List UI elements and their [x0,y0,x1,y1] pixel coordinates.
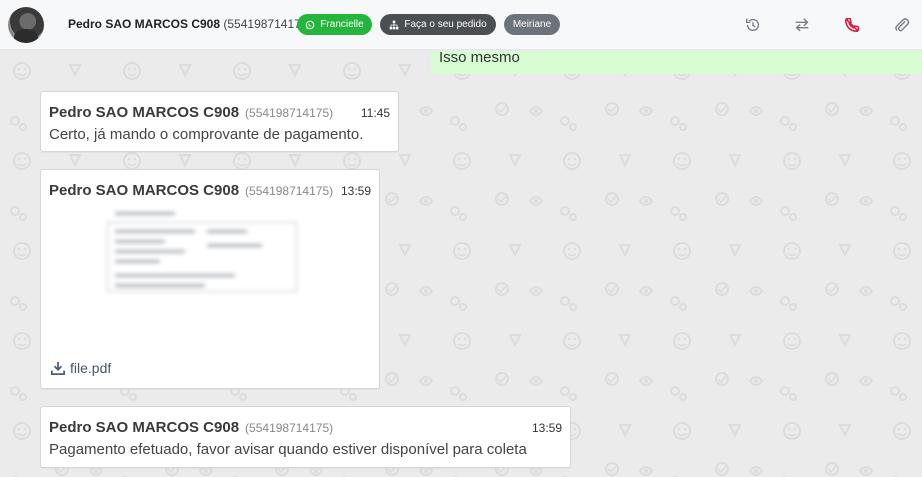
message-time: 13:59 [531,421,562,435]
sender-name: Pedro SAO MARCOS C908 [49,182,240,199]
outgoing-message[interactable]: Isso mesmo [431,51,922,74]
contact-name: Pedro SAO MARCOS C908 [68,17,221,31]
tag-faca-pedido[interactable]: Faça o seu pedido [380,14,496,35]
chat-area[interactable]: Isso mesmo Pedro SAO MARCOS C908 (554198… [0,51,922,477]
message-header: Pedro SAO MARCOS C908 (554198714175) 13:… [49,419,562,436]
message-time: 13:59 [340,184,371,198]
tag-label: Faça o seu pedido [404,19,487,30]
attachment-button[interactable] [889,12,915,38]
hierarchy-icon [389,20,399,29]
contact-avatar[interactable] [8,7,44,43]
attachment-download-link[interactable]: file.pdf [51,360,111,376]
attachment-icon [895,18,910,32]
attachment-filename: file.pdf [70,360,112,376]
chat-header: Pedro SAO MARCOS C908 (554198714175) Fra… [0,0,922,50]
whatsapp-icon [306,20,315,29]
sender-name: Pedro SAO MARCOS C908 [49,419,240,436]
sender-phone: (554198714175) [245,106,334,120]
history-icon [745,18,760,32]
end-call-icon [844,17,860,33]
history-button[interactable] [740,12,766,38]
transfer-icon [795,18,809,32]
transfer-button[interactable] [789,12,815,38]
message-text: Certo, já mando o comprovante de pagamen… [49,126,364,143]
contact-title[interactable]: Pedro SAO MARCOS C908 (554198714175) [68,17,311,31]
incoming-attachment-message[interactable]: Pedro SAO MARCOS C908 (554198714175) 13:… [40,169,380,389]
outgoing-text: Isso mesmo [439,51,520,66]
message-time: 11:45 [360,106,390,120]
tag-label: Francielle [320,19,364,30]
pdf-preview-thumbnail[interactable] [107,208,317,304]
sender-phone: (554198714175) [245,421,334,435]
message-header: Pedro SAO MARCOS C908 (554198714175) 13:… [49,182,371,199]
message-text: Pagamento efetuado, favor avisar quando … [49,441,527,458]
incoming-message[interactable]: Pedro SAO MARCOS C908 (554198714175) 11:… [40,91,399,152]
download-icon [51,361,65,375]
sender-name: Pedro SAO MARCOS C908 [49,104,240,121]
message-header: Pedro SAO MARCOS C908 (554198714175) 11:… [49,104,390,121]
sender-phone: (554198714175) [245,184,334,198]
end-call-button[interactable] [839,12,865,38]
tag-meiriane[interactable]: Meiriane [504,14,560,35]
tag-label: Meiriane [512,19,552,30]
tag-francielle[interactable]: Francielle [297,14,372,35]
incoming-message[interactable]: Pedro SAO MARCOS C908 (554198714175) 13:… [40,406,571,468]
